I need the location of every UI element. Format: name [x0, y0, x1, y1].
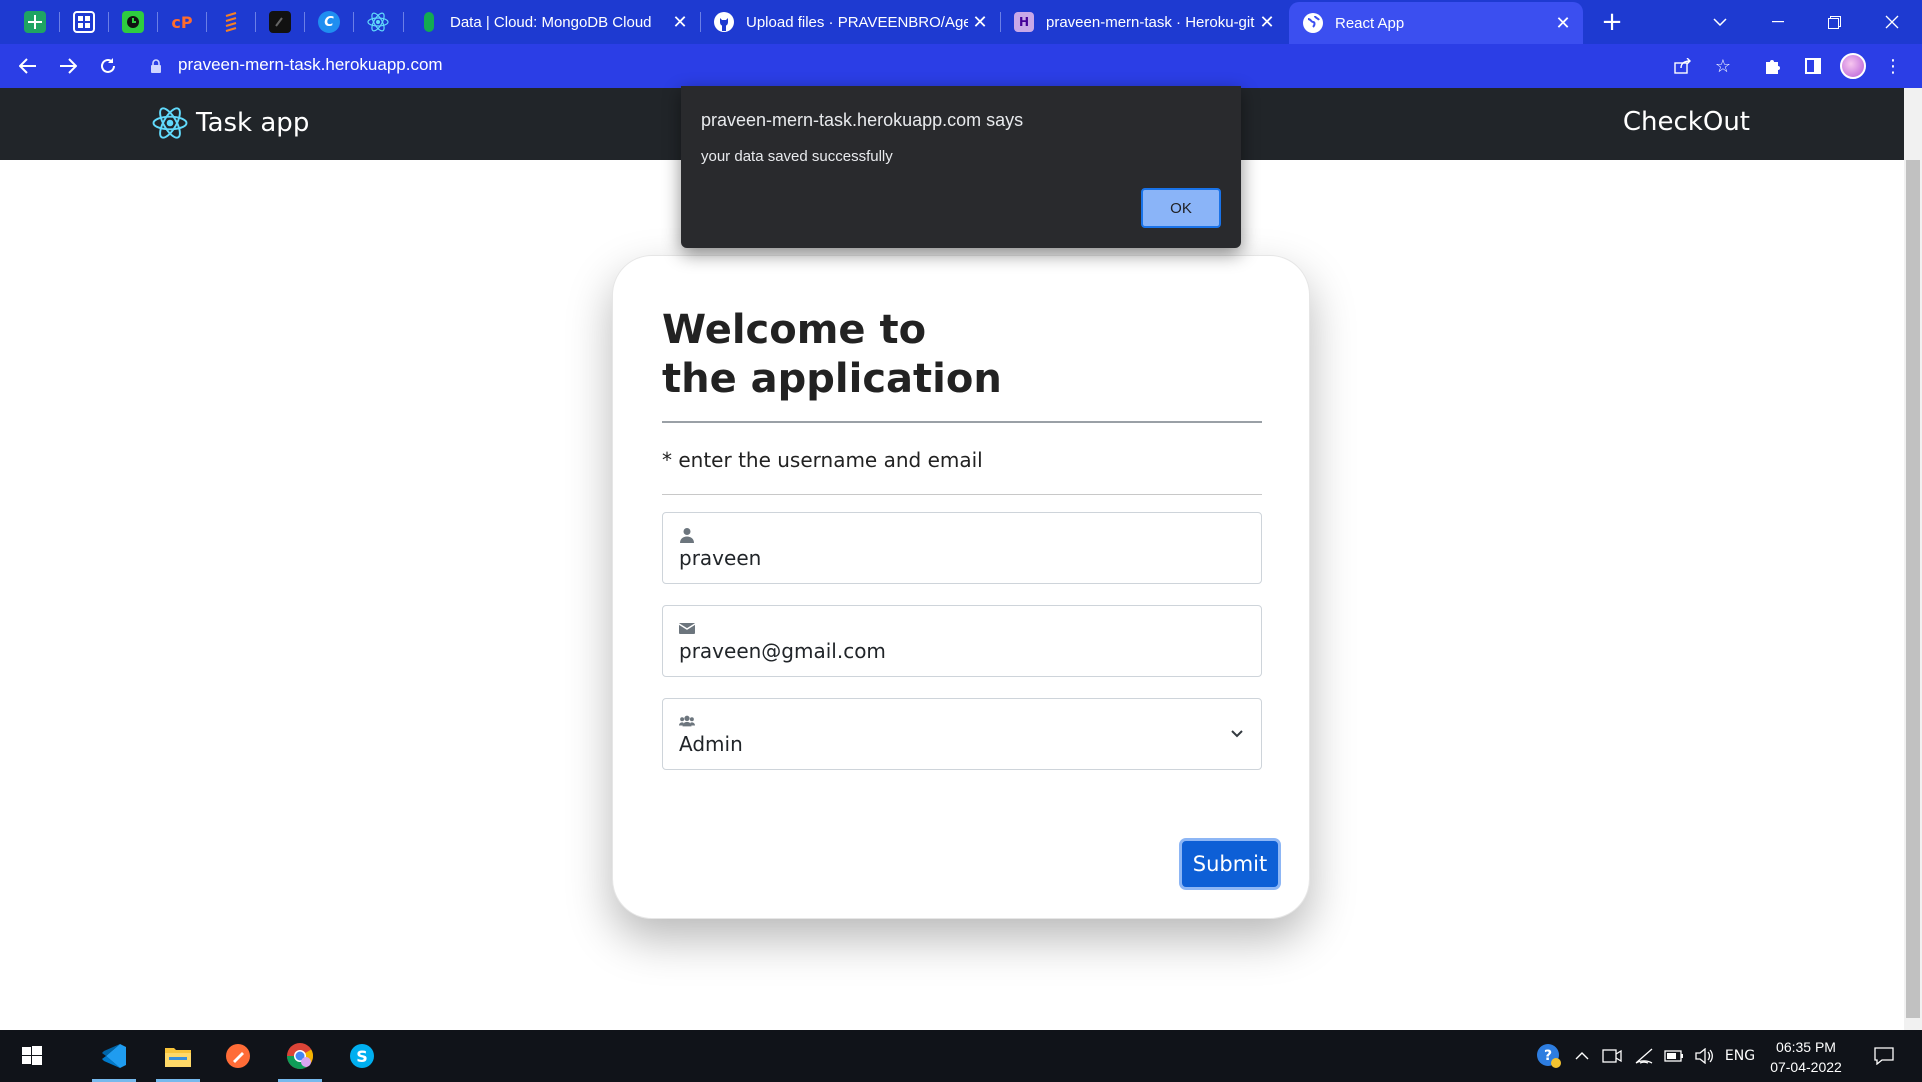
close-tab-icon[interactable]: ✕	[1551, 11, 1575, 35]
volume-icon[interactable]	[1690, 1030, 1718, 1082]
tab-github[interactable]: Upload files · PRAVEENBRO/Age ✕	[700, 0, 1000, 44]
alert-dialog: praveen-mern-task.herokuapp.com says you…	[681, 86, 1241, 248]
close-tab-icon[interactable]: ✕	[668, 10, 692, 34]
close-window-button[interactable]	[1864, 0, 1920, 44]
tab-heroku[interactable]: H praveen-mern-task · Heroku-git ✕	[1000, 0, 1287, 44]
menu-kebab-icon[interactable]: ⋮	[1878, 52, 1908, 80]
browser-toolbar: praveen-mern-task.herokuapp.com ☆ ⋮	[0, 44, 1922, 88]
tab-search-chevron-icon[interactable]	[1692, 0, 1748, 44]
windows-taskbar: S ? ENG 06:35 PM 07-04-2022	[0, 1030, 1922, 1082]
pinned-tab-c[interactable]: C	[305, 0, 353, 44]
envelope-icon	[679, 623, 695, 634]
title-divider	[662, 421, 1262, 423]
tab-mongodb[interactable]: Data | Cloud: MongoDB Cloud ✕	[405, 0, 700, 44]
react-logo-icon	[152, 107, 188, 139]
battery-icon[interactable]	[1660, 1030, 1688, 1082]
meet-now-icon[interactable]	[1598, 1030, 1626, 1082]
users-icon	[679, 715, 695, 727]
help-icon[interactable]: ?	[1532, 1030, 1566, 1082]
share-icon[interactable]	[1668, 52, 1698, 80]
c-logo-icon: C	[318, 11, 340, 33]
restore-button[interactable]	[1806, 0, 1862, 44]
pinned-tab-timer[interactable]	[109, 0, 157, 44]
email-value: praveen@gmail.com	[679, 639, 886, 663]
pinned-tab-react[interactable]	[354, 0, 402, 44]
stack-icon	[220, 11, 242, 33]
brand[interactable]: Task app	[152, 105, 309, 141]
heroku-icon: H	[1014, 12, 1034, 32]
lock-icon[interactable]	[150, 59, 162, 73]
apps-grid-icon	[73, 11, 95, 33]
title-line-1: Welcome to	[662, 307, 927, 353]
submit-button[interactable]: Submit	[1179, 838, 1281, 890]
side-panel-icon[interactable]	[1798, 52, 1828, 80]
scrollbar[interactable]	[1904, 88, 1922, 1030]
welcome-card: Welcome to the application * enter the u…	[612, 255, 1310, 919]
skype-icon[interactable]: S	[336, 1030, 388, 1082]
show-hidden-icons-chevron-icon[interactable]	[1570, 1030, 1594, 1082]
email-field[interactable]: praveen@gmail.com	[662, 605, 1262, 677]
role-value: Admin	[679, 732, 743, 756]
tab-react-app[interactable]: React App ✕	[1289, 2, 1583, 44]
dialog-title: praveen-mern-task.herokuapp.com says	[701, 110, 1024, 130]
postman-icon[interactable]	[212, 1030, 264, 1082]
pinned-tab-stack[interactable]	[207, 0, 255, 44]
windows-start-icon[interactable]	[6, 1030, 58, 1082]
sheets-icon	[24, 11, 46, 33]
dialog-message: your data saved successfully	[701, 148, 893, 165]
vscode-icon[interactable]	[88, 1030, 140, 1082]
browser-tab-strip: cP C Data | Cloud: MongoDB Cloud ✕ Uploa…	[0, 0, 1922, 44]
profile-avatar[interactable]	[1840, 53, 1866, 79]
tab-title: Data | Cloud: MongoDB Cloud	[450, 13, 652, 31]
pinned-tab-cpanel[interactable]: cP	[158, 0, 206, 44]
card-title: Welcome to the application	[662, 306, 1022, 404]
pinned-tab-apps[interactable]	[60, 0, 108, 44]
react-icon	[367, 11, 389, 33]
close-tab-icon[interactable]: ✕	[1255, 10, 1279, 34]
scrollbar-thumb[interactable]	[1906, 160, 1920, 1018]
mongodb-leaf-icon	[424, 12, 434, 32]
reload-button[interactable]	[92, 50, 124, 82]
role-select[interactable]: Admin	[662, 698, 1262, 770]
dialog-ok-button[interactable]: OK	[1141, 188, 1221, 228]
notifications-icon[interactable]	[1864, 1030, 1904, 1082]
wifi-icon[interactable]	[1630, 1030, 1658, 1082]
timer-icon	[122, 11, 144, 33]
clock-date: 07-04-2022	[1770, 1059, 1842, 1075]
clock[interactable]: 06:35 PM 07-04-2022	[1760, 1037, 1852, 1077]
language-indicator[interactable]: ENG	[1722, 1030, 1758, 1082]
globe-icon	[1303, 13, 1323, 33]
address-bar-url[interactable]: praveen-mern-task.herokuapp.com	[178, 55, 443, 75]
file-explorer-icon[interactable]	[152, 1030, 204, 1082]
chrome-icon[interactable]	[274, 1030, 326, 1082]
tab-title: Upload files · PRAVEENBRO/Age	[746, 13, 968, 31]
hint-divider	[662, 494, 1262, 495]
checkout-link[interactable]: CheckOut	[1623, 107, 1750, 137]
bookmark-star-icon[interactable]: ☆	[1708, 52, 1738, 80]
svg-text:S: S	[356, 1047, 368, 1066]
pinned-tab-terminal[interactable]	[256, 0, 304, 44]
minimize-button[interactable]	[1750, 0, 1806, 44]
user-icon	[680, 528, 694, 543]
pinned-tab-sheets[interactable]	[11, 0, 59, 44]
cpanel-icon: cP	[171, 12, 193, 32]
clock-time: 06:35 PM	[1776, 1039, 1836, 1055]
username-field[interactable]: praveen	[662, 512, 1262, 584]
title-line-2: the application	[662, 356, 1002, 402]
back-button[interactable]	[12, 50, 44, 82]
svg-text:?: ?	[1544, 1048, 1552, 1064]
extensions-puzzle-icon[interactable]	[1758, 52, 1788, 80]
brand-name: Task app	[196, 108, 310, 138]
forward-button[interactable]	[52, 50, 84, 82]
tab-title: React App	[1335, 14, 1405, 32]
new-tab-button[interactable]: +	[1584, 0, 1640, 44]
instruction-text: * enter the username and email	[662, 448, 983, 472]
close-tab-icon[interactable]: ✕	[968, 10, 992, 34]
username-value: praveen	[679, 546, 762, 570]
tab-title: praveen-mern-task · Heroku-git	[1046, 13, 1255, 31]
chevron-down-icon[interactable]	[1229, 725, 1245, 741]
terminal-icon	[269, 11, 291, 33]
github-icon	[714, 12, 734, 32]
